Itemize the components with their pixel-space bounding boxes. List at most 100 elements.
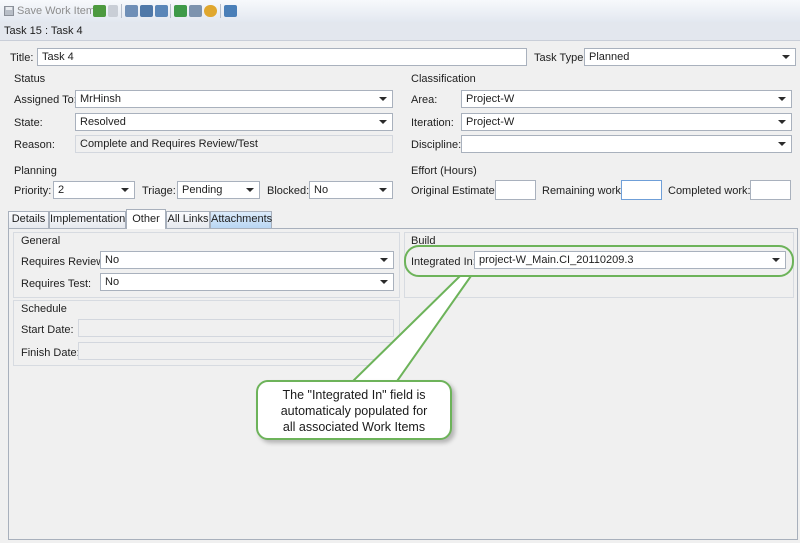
go-to-icon[interactable] [174, 5, 187, 17]
smiley-icon[interactable] [204, 5, 217, 17]
requires-review-dropdown[interactable]: No [100, 251, 394, 269]
callout-box: The "Integrated In" field is automatical… [256, 380, 452, 440]
iteration-value: Project-W [466, 116, 515, 128]
toolbar-separator [220, 4, 221, 18]
blocked-value: No [314, 184, 329, 196]
tab-all-links-label: All Links [167, 213, 209, 225]
save-work-item-label: Save Work Item [17, 5, 96, 17]
chevron-down-icon[interactable] [782, 55, 790, 59]
requires-test-label: Requires Test: [21, 278, 92, 290]
callout-line-1: The "Integrated In" field is [282, 388, 426, 402]
area-label: Area: [411, 94, 438, 106]
finish-date-field [78, 342, 394, 360]
state-label: State: [14, 117, 43, 129]
tab-other[interactable]: Other [126, 209, 166, 229]
reason-label: Reason: [14, 139, 55, 151]
task-type-dropdown[interactable]: Planned [584, 48, 796, 66]
requires-review-label: Requires Review: [21, 256, 108, 268]
assigned-to-label: Assigned To: [14, 94, 77, 106]
tab-implementation-label: Implementation [50, 213, 126, 225]
copy-item-icon[interactable] [140, 5, 153, 17]
iteration-label: Iteration: [411, 117, 454, 129]
blocked-dropdown[interactable]: No [309, 181, 393, 199]
task-type-label: Task Type: [534, 52, 587, 64]
toolbar-separator [121, 4, 122, 18]
triage-label: Triage: [142, 185, 176, 197]
chevron-down-icon[interactable] [379, 120, 387, 124]
toolbar: Save Work Item [0, 0, 800, 23]
options-icon[interactable] [224, 5, 237, 17]
completed-work-label: Completed work: [668, 185, 751, 197]
triage-dropdown[interactable]: Pending [177, 181, 260, 199]
reason-field: Complete and Requires Review/Test [75, 135, 393, 153]
chevron-down-icon[interactable] [778, 142, 786, 146]
build-heading: Build [411, 235, 436, 247]
original-estimate-input[interactable] [495, 180, 536, 200]
remaining-work-input[interactable] [621, 180, 662, 200]
chevron-down-icon[interactable] [380, 258, 388, 262]
chevron-down-icon[interactable] [379, 97, 387, 101]
blocked-label: Blocked: [267, 185, 310, 197]
integrated-in-dropdown[interactable]: project-W_Main.CI_20110209.3 [474, 251, 786, 269]
priority-dropdown[interactable]: 2 [53, 181, 135, 199]
callout-line-2: automaticaly populated for [280, 404, 428, 418]
tab-attachments-label: Attachments [211, 213, 273, 225]
reason-value: Complete and Requires Review/Test [80, 138, 258, 150]
chevron-down-icon[interactable] [778, 97, 786, 101]
area-dropdown[interactable]: Project-W [461, 90, 792, 108]
tab-details-label: Details [11, 213, 46, 225]
document-title: Task 15 : Task 4 [4, 25, 83, 37]
tab-all-links[interactable]: All Links [166, 211, 210, 228]
integrated-in-value: project-W_Main.CI_20110209.3 [479, 254, 634, 266]
save-work-item-button[interactable]: Save Work Item [4, 4, 95, 18]
area-value: Project-W [466, 93, 515, 105]
task-type-value: Planned [589, 51, 630, 63]
state-dropdown[interactable]: Resolved [75, 113, 393, 131]
completed-work-input[interactable] [750, 180, 791, 200]
discipline-label: Discipline: [411, 139, 462, 151]
priority-value: 2 [58, 184, 65, 196]
state-value: Resolved [80, 116, 126, 128]
general-heading: General [21, 235, 61, 247]
status-heading: Status [14, 73, 46, 85]
title-value: Task 4 [42, 51, 74, 63]
new-linked-item-icon[interactable] [125, 5, 138, 17]
tab-attachments[interactable]: Attachments [210, 211, 272, 228]
save-icon [4, 6, 14, 16]
chevron-down-icon[interactable] [380, 280, 388, 284]
start-date-field [78, 319, 394, 337]
finish-date-label: Finish Date: [21, 347, 80, 359]
tab-implementation[interactable]: Implementation [49, 211, 126, 228]
discipline-dropdown[interactable] [461, 135, 792, 153]
link-item-icon[interactable] [155, 5, 168, 17]
assigned-to-dropdown[interactable]: MrHinsh [75, 90, 393, 108]
title-label: Title: [10, 52, 34, 64]
document-tab-title: Task 15 : Task 4 [0, 22, 800, 41]
chevron-down-icon[interactable] [246, 188, 254, 192]
toolbar-separator [170, 4, 171, 18]
tab-details[interactable]: Details [8, 211, 49, 228]
title-input[interactable]: Task 4 [37, 48, 527, 66]
planning-heading: Planning [14, 165, 57, 177]
refresh-icon[interactable] [93, 5, 106, 17]
assigned-to-value: MrHinsh [80, 93, 121, 105]
chevron-down-icon[interactable] [778, 120, 786, 124]
classification-heading: Classification [411, 73, 476, 85]
schedule-heading: Schedule [21, 303, 67, 315]
tab-other-label: Other [132, 213, 160, 225]
requires-review-value: No [105, 254, 120, 266]
chevron-down-icon[interactable] [121, 188, 129, 192]
print-icon[interactable] [189, 5, 202, 17]
iteration-dropdown[interactable]: Project-W [461, 113, 792, 131]
remaining-work-label: Remaining work: [542, 185, 624, 197]
callout-line-3: all associated Work Items [282, 420, 426, 434]
integrated-in-label: Integrated In: [411, 256, 476, 268]
undo-icon[interactable] [108, 5, 118, 17]
priority-label: Priority: [14, 185, 52, 197]
requires-test-value: No [105, 276, 120, 288]
effort-heading: Effort (Hours) [411, 165, 477, 177]
chevron-down-icon[interactable] [379, 188, 387, 192]
requires-test-dropdown[interactable]: No [100, 273, 394, 291]
chevron-down-icon[interactable] [772, 258, 780, 262]
triage-value: Pending [182, 184, 223, 196]
